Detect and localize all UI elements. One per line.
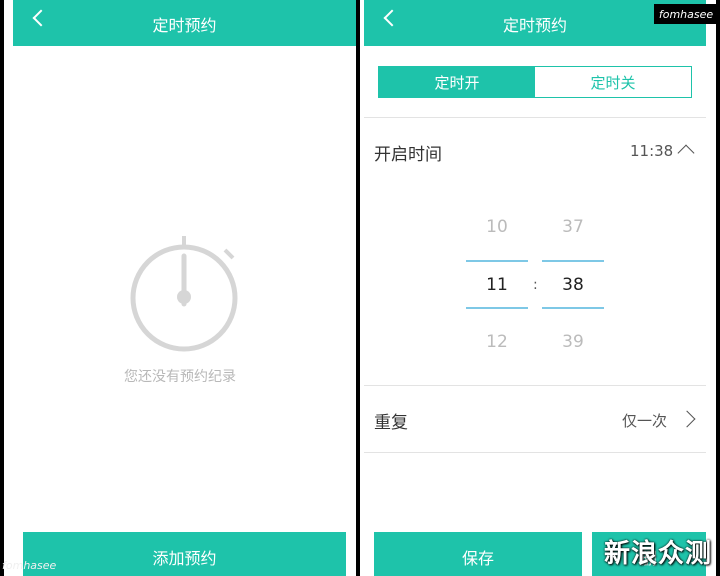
minute-selection-line [542,307,604,309]
tab-timer-on[interactable]: 定时开 [379,67,535,97]
tab-timer-off[interactable]: 定时关 [535,67,691,97]
minute-selection-line [542,260,604,262]
divider [364,385,706,386]
header-bar: 定时预约 [13,0,356,46]
stopwatch-icon [130,236,238,352]
watermark-bottom: fomhasee [2,559,57,572]
hour-selection-line [466,307,528,309]
watermark-top: fomhasee [654,4,718,24]
repeat-value[interactable]: 仅一次 [622,410,667,431]
divider [364,117,706,118]
right-screen: 定时预约 定时开 定时关 开启时间 11:38 10 11 12 : 37 38… [360,0,716,576]
brand-watermark: 新浪众测 [603,539,712,569]
hour-selection-line [466,260,528,262]
add-reservation-button[interactable]: 添加预约 [23,532,346,576]
page-title: 定时预约 [152,16,217,35]
minute-option[interactable]: 37 [543,217,603,237]
chevron-up-icon[interactable] [677,144,695,162]
divider [364,452,706,453]
hour-option[interactable]: 10 [467,217,527,237]
time-separator: : [533,277,538,293]
minute-option[interactable]: 39 [543,332,603,352]
empty-state-text: 您还没有预约纪录 [124,369,236,385]
mode-segmented-control: 定时开 定时关 [378,66,692,98]
start-time-label: 开启时间 [374,145,442,165]
minute-selected[interactable]: 38 [543,275,603,295]
start-time-value[interactable]: 11:38 [630,142,673,160]
left-screen: 定时预约 您还没有预约纪录 添加预约 [4,0,356,576]
save-button[interactable]: 保存 [374,532,582,576]
hour-selected[interactable]: 11 [467,275,527,295]
repeat-label: 重复 [374,413,408,433]
chevron-right-icon[interactable] [678,410,696,428]
hour-option[interactable]: 12 [467,332,527,352]
